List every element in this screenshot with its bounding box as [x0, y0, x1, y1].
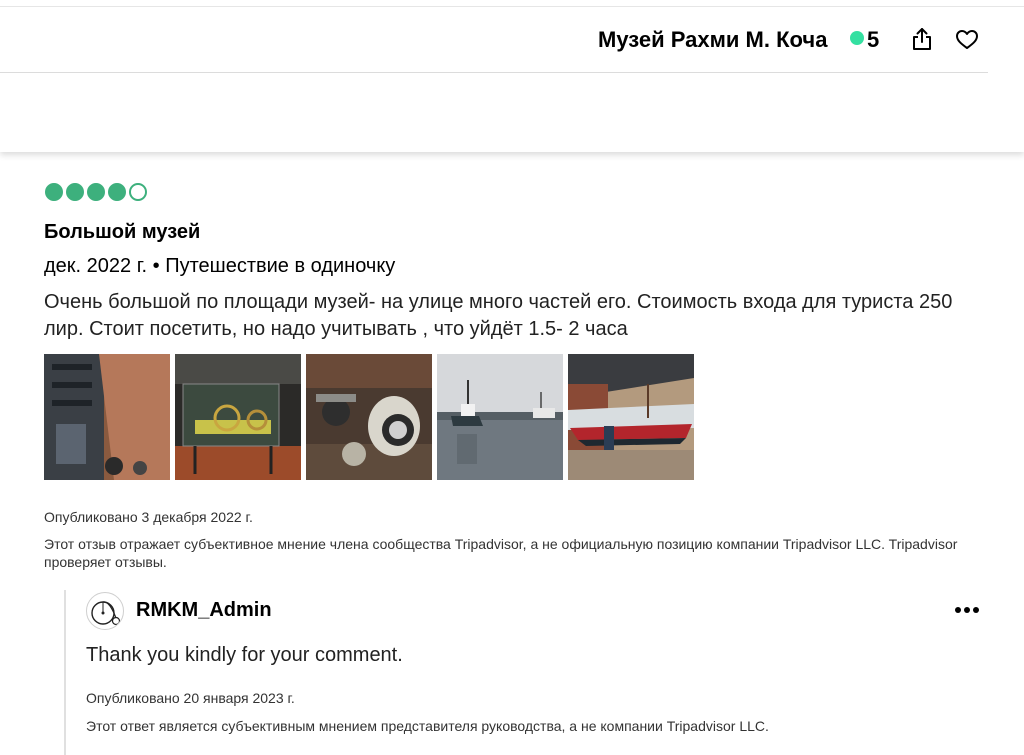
response-text: Thank you kindly for your comment.	[86, 644, 403, 666]
review-photo[interactable]	[175, 354, 301, 480]
header-divider	[0, 72, 988, 73]
response-published-date: Опубликовано 20 января 2023 г.	[86, 690, 295, 706]
display-case-photo	[175, 354, 301, 480]
more-options-button[interactable]	[954, 603, 980, 617]
rating-value: 5	[867, 27, 880, 52]
share-button[interactable]	[909, 26, 935, 52]
bubble-filled-icon	[66, 183, 84, 201]
response-indent-bar	[64, 590, 66, 755]
bubble-rating	[45, 183, 147, 201]
museum-boat-photo	[568, 354, 694, 480]
review-title[interactable]: Большой музей	[44, 220, 200, 244]
review-photo[interactable]	[437, 354, 563, 480]
more-options-icon	[955, 607, 979, 613]
review-photo[interactable]	[306, 354, 432, 480]
bubble-empty-icon	[129, 183, 147, 201]
review-published-date: Опубликовано 3 декабря 2022 г.	[44, 509, 253, 525]
motorcycles-photo	[306, 354, 432, 480]
review-photo[interactable]	[44, 354, 170, 480]
bubble-filled-icon	[45, 183, 63, 201]
bubble-filled-icon	[108, 183, 126, 201]
review-meta: дек. 2022 г. • Путешествие в одиночку	[44, 255, 396, 277]
responder-avatar[interactable]	[86, 592, 124, 630]
review-disclaimer: Этот отзыв отражает субъективное мнение …	[44, 536, 958, 570]
review-photo[interactable]	[568, 354, 694, 480]
review-body: Очень большой по площади музей- на улице…	[44, 291, 953, 340]
attraction-title[interactable]: Музей Рахми М. Коча	[598, 26, 827, 54]
museum-interior-photo	[44, 354, 170, 480]
share-icon	[913, 28, 931, 50]
review-page: Музей Рахми М. Коча 5 Большой музей дек.…	[0, 0, 1024, 755]
responder-name[interactable]: RMKM_Admin	[136, 598, 272, 622]
review-photos	[44, 354, 694, 480]
rating-dot-icon	[850, 31, 864, 45]
sticky-header: Музей Рахми М. Коча 5	[0, 0, 1024, 152]
response-disclaimer: Этот ответ является субъективным мнением…	[86, 718, 769, 734]
bubble-filled-icon	[87, 183, 105, 201]
heart-icon	[956, 30, 978, 49]
save-button[interactable]	[954, 27, 980, 53]
header-top-divider	[0, 6, 1024, 7]
penny-farthing-bicycle-icon	[91, 601, 121, 626]
harbor-ship-photo	[437, 354, 563, 480]
